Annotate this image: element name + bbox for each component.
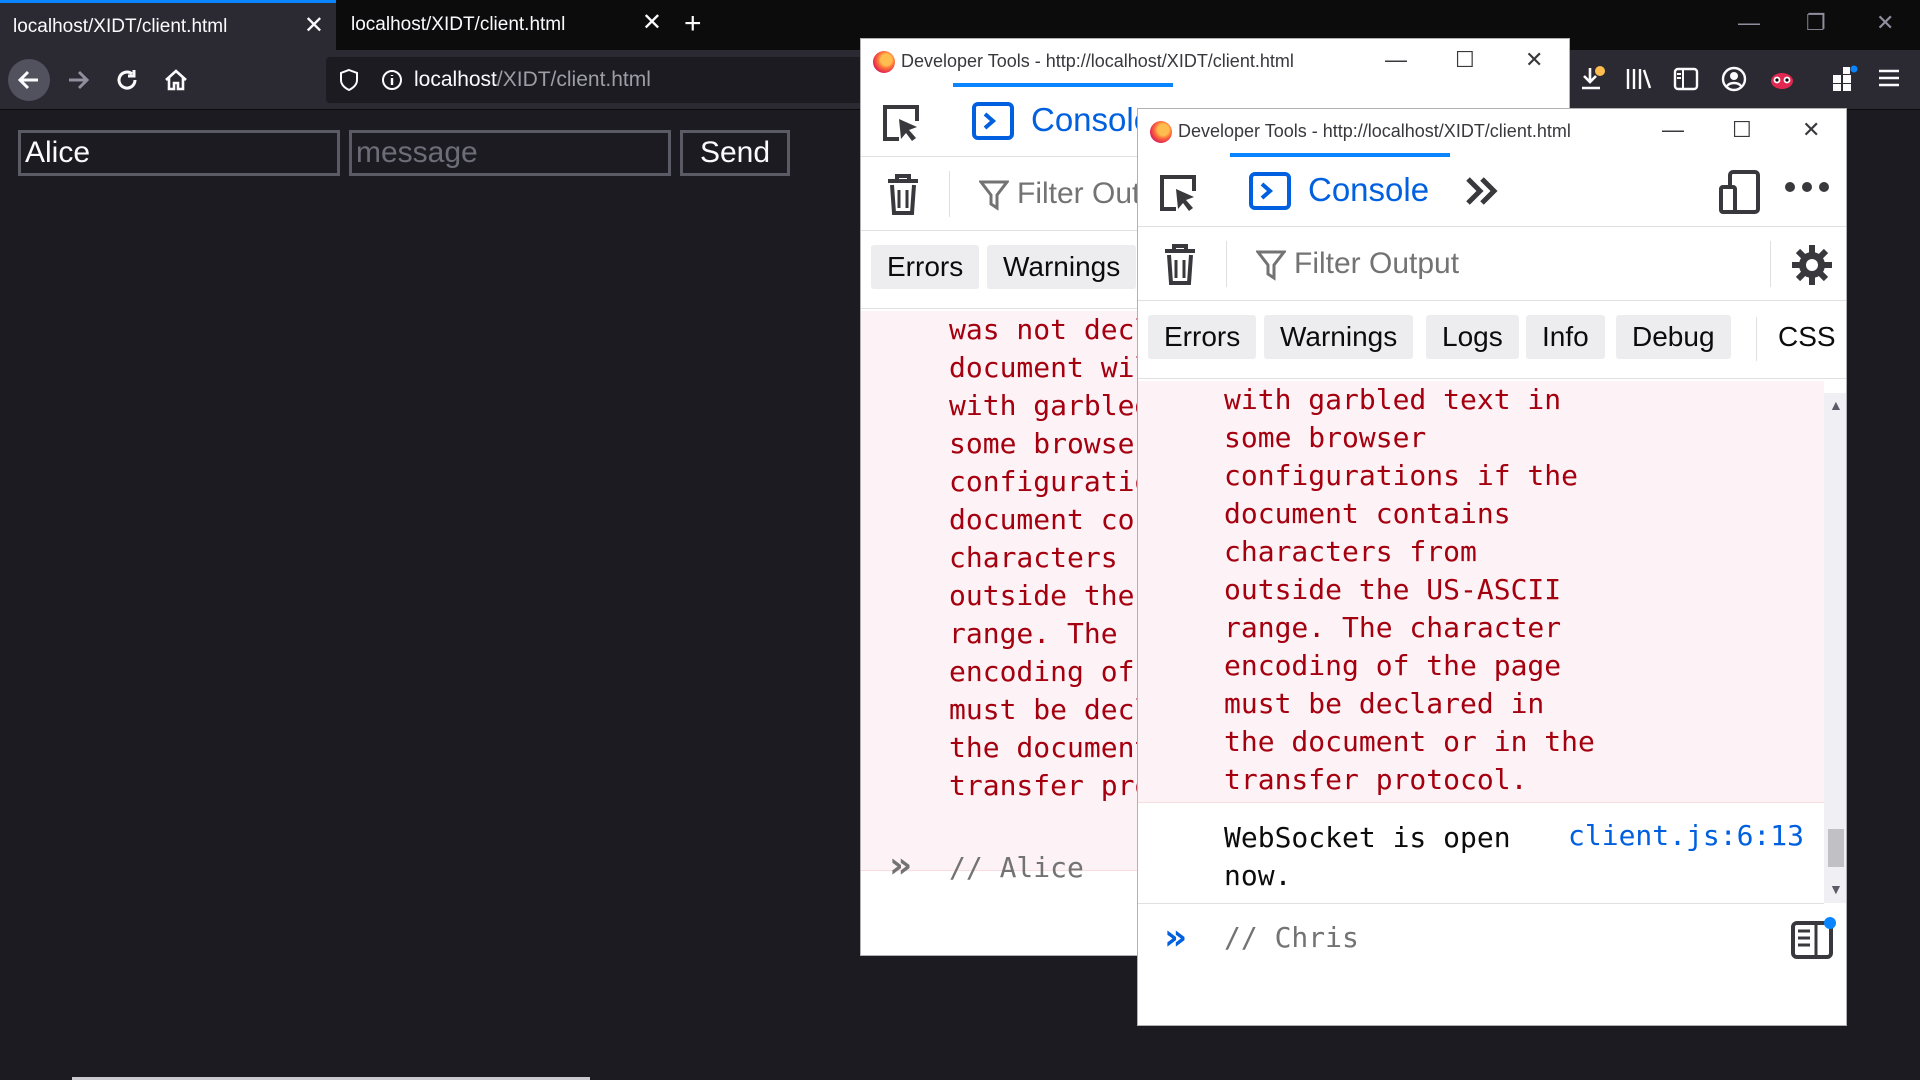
devtools-title: Developer Tools - http://localhost/XIDT/… [901,51,1294,71]
console-input[interactable]: // Alice [949,851,1084,884]
devtools-window-front[interactable]: Developer Tools - http://localhost/XIDT/… [1137,108,1847,1026]
console-tab-indicator [953,83,1173,87]
scroll-thumb[interactable] [1828,829,1844,867]
reload-icon[interactable] [106,59,148,101]
filter-bar: Errors Warnings Logs Info Debug CSS [1138,301,1846,379]
menu-icon[interactable] [1876,65,1902,98]
new-tab-icon[interactable]: + [684,8,702,40]
console-icon[interactable] [1248,171,1292,216]
element-picker-icon[interactable] [1156,171,1200,220]
sidebar-icon[interactable] [1672,65,1700,100]
home-icon[interactable] [155,59,197,101]
console-toolbar: Filter Output [1138,227,1846,301]
devtools-tabs: Console [1138,153,1846,227]
close-tab-icon[interactable]: ✕ [304,14,324,38]
console-divider [1138,903,1824,904]
firefox-logo-icon [873,51,895,73]
info-icon[interactable] [380,68,404,97]
tab-console[interactable]: Console [1308,171,1429,209]
console-scrollbar[interactable]: ▲ ▼ [1824,393,1846,903]
console-tab-indicator [1230,153,1450,157]
trash-icon[interactable] [1162,243,1198,292]
toolbar-divider [1770,241,1771,287]
filter-css-button[interactable]: CSS [1774,315,1840,359]
close-tab-icon[interactable]: ✕ [642,11,662,35]
downloads-icon[interactable] [1578,65,1606,100]
devtools-title: Developer Tools - http://localhost/XIDT/… [1178,121,1571,141]
filter-info-button[interactable]: Info [1526,315,1605,359]
scroll-up-icon[interactable]: ▲ [1829,397,1843,413]
maximize-icon[interactable]: ☐ [1455,47,1475,73]
filter-warnings-button[interactable]: Warnings [1264,315,1414,359]
more-tabs-chevron-icon[interactable] [1462,171,1502,216]
close-window-icon[interactable]: ✕ [1802,117,1820,143]
browser-tab-2[interactable]: localhost/XIDT/client.html ✕ [338,0,674,50]
firefox-logo-icon [1150,121,1172,143]
library-icon[interactable] [1624,65,1652,100]
responsive-design-icon[interactable] [1718,169,1762,220]
toolbar-divider [1226,241,1227,287]
trash-icon[interactable] [885,173,921,222]
restore-icon[interactable]: ❐ [1806,10,1826,36]
filter-warnings-button[interactable]: Warnings [987,245,1137,289]
filter-debug-button[interactable]: Debug [1616,315,1731,359]
tab-console[interactable]: Console [1031,101,1152,139]
filter-input[interactable]: Filter Out [1017,177,1140,211]
browser-tab-1[interactable]: localhost/XIDT/client.html ✕ [0,0,336,50]
filter-input[interactable]: Filter Output [1294,247,1459,281]
extensions-puzzle-icon[interactable] [1830,65,1858,100]
filter-logs-button[interactable]: Logs [1426,315,1519,359]
back-icon[interactable] [8,59,50,101]
more-icon[interactable] [1784,179,1830,200]
console-icon[interactable] [971,101,1015,146]
console-error-message: with garbled text in some browser config… [1138,381,1824,803]
tab-label: localhost/XIDT/client.html [351,14,566,35]
toolbar-divider [949,171,950,217]
log-source-link[interactable]: client.js:6:13 [1568,819,1804,852]
sidebar-toggle-icon[interactable] [1790,917,1836,966]
devtools-titlebar[interactable]: Developer Tools - http://localhost/XIDT/… [1138,109,1846,153]
console-prompt-icon: » [889,845,913,886]
minimize-icon[interactable]: — [1385,47,1407,73]
name-input[interactable]: Alice [18,130,340,176]
url-bar[interactable]: localhost/XIDT/client.html [326,57,866,103]
filter-errors-button[interactable]: Errors [871,245,980,289]
filter-errors-button[interactable]: Errors [1148,315,1257,359]
maximize-icon[interactable]: ☐ [1732,117,1752,143]
extension-icon[interactable] [1768,65,1796,100]
shield-icon[interactable] [338,68,360,97]
console-log-message: WebSocket is open now. [1224,821,1511,892]
close-window-icon[interactable]: ✕ [1876,10,1894,36]
forward-icon[interactable] [57,59,99,101]
minimize-icon[interactable]: — [1662,117,1684,143]
send-button[interactable]: Send [680,130,790,176]
element-picker-icon[interactable] [879,101,923,150]
scroll-down-icon[interactable]: ▼ [1829,881,1843,897]
console-prompt-icon: » [1164,917,1188,958]
url-text: localhost/XIDT/client.html [414,68,651,91]
close-window-icon[interactable]: ✕ [1525,47,1543,73]
tab-label: localhost/XIDT/client.html [13,15,228,37]
console-input[interactable]: // Chris [1224,921,1359,954]
account-icon[interactable] [1720,65,1748,100]
gear-icon[interactable] [1790,243,1834,292]
filter-divider [1756,317,1757,361]
filter-icon [1254,249,1288,286]
devtools-titlebar[interactable]: Developer Tools - http://localhost/XIDT/… [861,39,1569,83]
minimize-icon[interactable]: — [1738,10,1760,36]
message-input[interactable]: message [349,130,671,176]
filter-icon [977,179,1011,216]
